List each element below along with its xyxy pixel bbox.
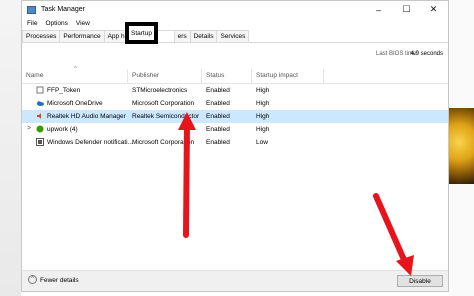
table-row[interactable]: Microsoft OneDrive Microsoft Corporation…	[22, 97, 448, 110]
maximize-button[interactable]: ☐	[395, 1, 418, 18]
row-name: Microsoft OneDrive	[47, 100, 103, 107]
tab-strip: Processes Performance App histo ers Deta…	[22, 30, 448, 43]
table-row[interactable]: Windows Defender notificati... Microsoft…	[22, 136, 448, 149]
footer-bar: ^ Fewer details Disable	[22, 270, 448, 291]
menu-view[interactable]: View	[76, 20, 90, 27]
column-divider	[201, 69, 202, 83]
bios-time-value: 4.9 seconds	[410, 51, 443, 57]
row-impact: Low	[256, 139, 268, 146]
fewer-details-link[interactable]: Fewer details	[40, 277, 79, 284]
task-manager-icon	[27, 5, 36, 14]
row-impact: High	[256, 87, 270, 94]
table-row[interactable]: FFP_Token STMicroelectronics Enabled Hig…	[22, 84, 448, 97]
row-impact: High	[256, 100, 270, 107]
column-divider	[127, 69, 128, 83]
row-publisher: Microsoft Corporation	[132, 100, 195, 107]
tab-processes[interactable]: Processes	[22, 30, 61, 42]
menu-options[interactable]: Options	[45, 20, 67, 27]
task-manager-window: Task Manager – ☐ ✕ File Options View Pro…	[21, 0, 449, 292]
sort-indicator-icon: ^	[74, 66, 77, 72]
row-publisher: STMicroelectronics	[132, 87, 188, 94]
close-button[interactable]: ✕	[422, 1, 445, 18]
row-impact: High	[256, 113, 270, 120]
column-divider	[251, 69, 252, 83]
row-name: FFP_Token	[47, 87, 81, 94]
column-status[interactable]: Status	[206, 72, 224, 79]
tab-users[interactable]: ers	[173, 30, 191, 42]
column-publisher[interactable]: Publisher	[132, 72, 159, 79]
row-status: Enabled	[206, 126, 230, 133]
minimize-button[interactable]: –	[367, 1, 390, 18]
window-title: Task Manager	[41, 6, 85, 13]
row-name: Windows Defender notificati...	[47, 139, 133, 146]
chevron-up-icon[interactable]: ^	[28, 275, 37, 284]
row-status: Enabled	[206, 139, 230, 146]
row-impact: High	[256, 126, 270, 133]
startup-tab-callout[interactable]: Startup	[125, 22, 158, 44]
expand-chevron-icon[interactable]: >	[27, 125, 31, 132]
menu-bar: File Options View	[22, 18, 448, 29]
row-name: Realtek HD Audio Manager	[47, 113, 126, 120]
column-startup-impact[interactable]: Startup impact	[256, 72, 298, 79]
row-publisher: Microsoft Corporation	[132, 139, 195, 146]
coin-image	[449, 108, 474, 184]
upwork-icon	[36, 125, 44, 133]
row-status: Enabled	[206, 113, 230, 120]
tab-details[interactable]: Details	[189, 30, 218, 42]
disable-button[interactable]: Disable	[397, 275, 443, 287]
token-icon	[36, 86, 44, 94]
row-name: upwork (4)	[47, 126, 78, 133]
tab-startup-label: Startup	[131, 29, 152, 37]
speaker-icon	[37, 113, 41, 119]
table-row-selected[interactable]: Realtek HD Audio Manager Realtek Semicon…	[22, 110, 448, 123]
shield-icon	[36, 138, 44, 146]
table-row[interactable]: > upwork (4) Enabled High	[22, 123, 448, 136]
cloud-icon	[37, 101, 44, 106]
background-left	[0, 0, 21, 296]
tab-services[interactable]: Services	[216, 30, 250, 42]
column-divider	[323, 69, 324, 83]
menu-file[interactable]: File	[27, 20, 37, 27]
row-publisher: Realtek Semiconductor	[132, 113, 200, 120]
column-name[interactable]: Name	[26, 72, 43, 79]
column-header-row: ^ Name Publisher Status Startup impact	[22, 66, 448, 84]
row-status: Enabled	[206, 87, 230, 94]
tab-performance[interactable]: Performance	[59, 30, 105, 42]
row-status: Enabled	[206, 100, 230, 107]
